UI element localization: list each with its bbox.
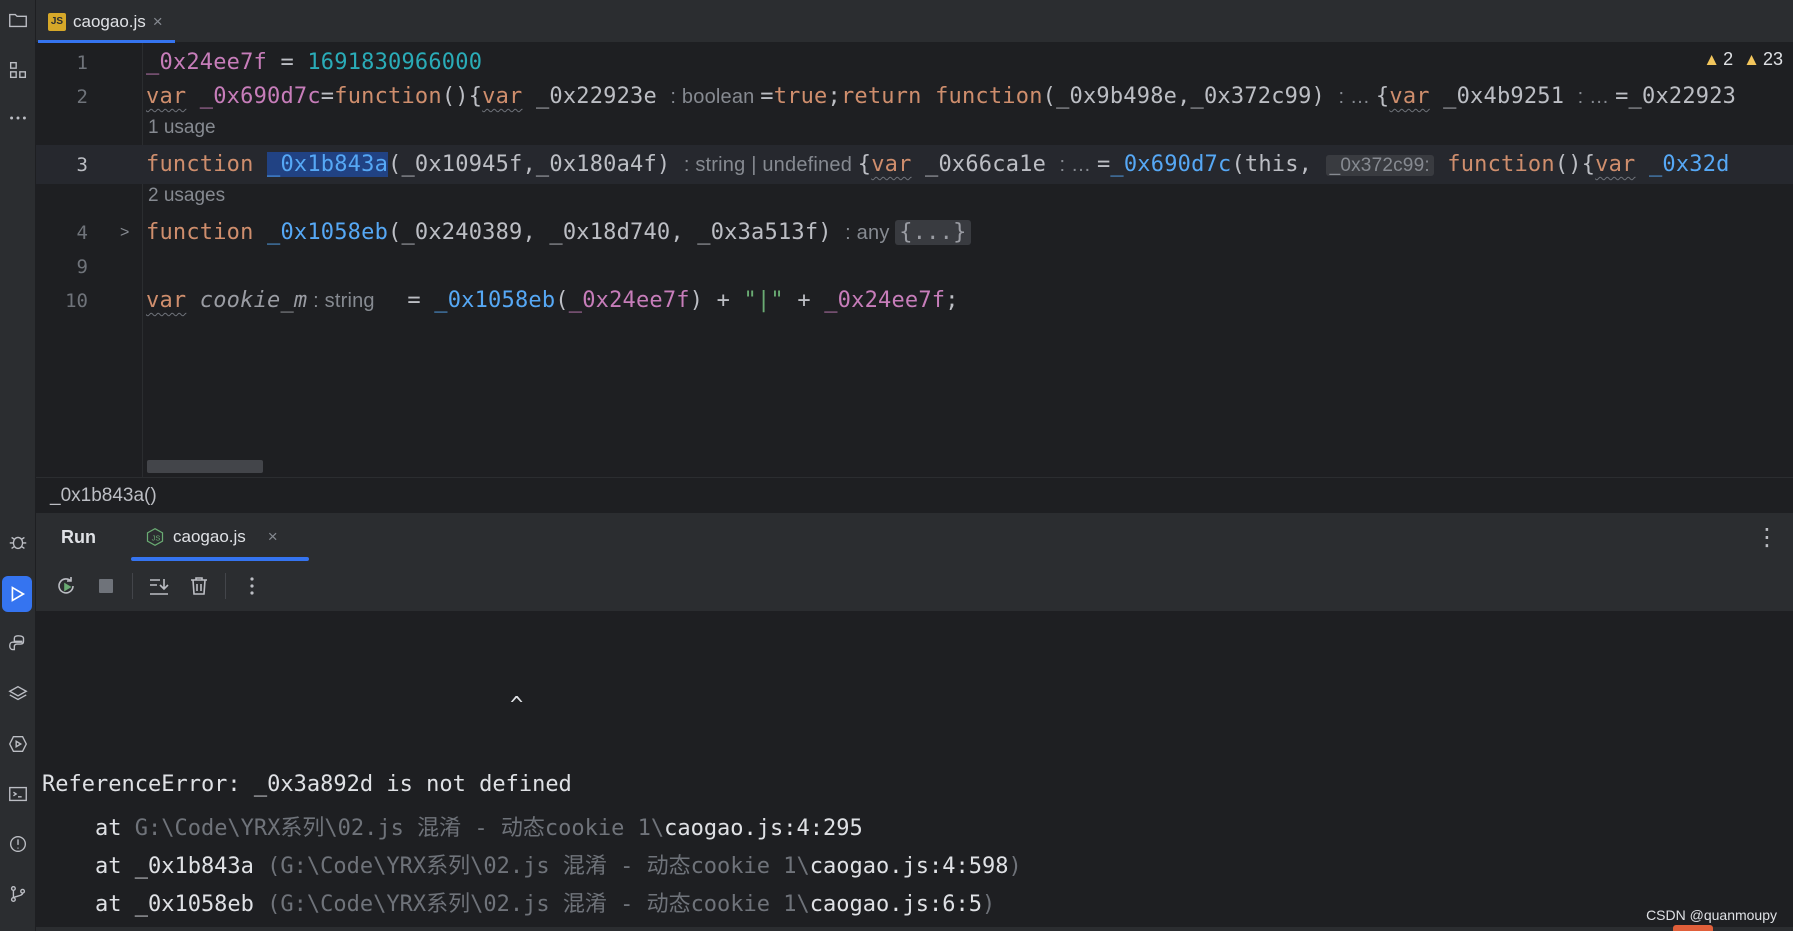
run-panel-header: Run JS caogao.js × ⋮ xyxy=(36,513,1793,561)
tool-window-strip xyxy=(0,0,36,931)
status-strip xyxy=(36,927,1793,931)
type-hint: : string | undefined xyxy=(683,154,858,176)
code-editor[interactable]: ▲ 2 ▲ 23 1 _0x24ee7f = 1691830966000 2 var… xyxy=(36,43,1793,477)
bottom-accent xyxy=(1673,925,1713,931)
usage-hint[interactable]: 2 usages xyxy=(148,185,225,207)
line-number: 4 xyxy=(76,221,88,244)
watermark: CSDN @quanmoupy xyxy=(1646,907,1777,923)
problems-tool[interactable] xyxy=(0,826,36,862)
run-tab-caogao[interactable]: JS caogao.js × xyxy=(131,513,309,561)
structure-icon xyxy=(9,61,27,79)
line-number: 9 xyxy=(76,255,88,278)
js-file-icon: JS xyxy=(48,12,66,31)
error-caret: ^ xyxy=(510,693,524,718)
line-number: 2 xyxy=(76,85,88,108)
terminal-tool[interactable] xyxy=(0,776,36,812)
type-hint: : … xyxy=(1577,86,1616,108)
usage-hint-row[interactable]: 1 usage xyxy=(36,111,1793,145)
folded-region: {...} xyxy=(895,220,971,245)
more-icon xyxy=(10,116,26,120)
stop-button[interactable] xyxy=(86,566,126,606)
stack-frame-3: at _0x1058eb (G:\Code\YRX系列\02.js 混淆 - 动… xyxy=(42,892,996,917)
line-number: 3 xyxy=(76,153,88,176)
run-tab-label: caogao.js xyxy=(173,527,246,546)
run-tool[interactable] xyxy=(2,576,32,612)
console-output[interactable]: ^ ReferenceError: _0x3a892d is not defin… xyxy=(36,611,1793,931)
type-hint: : any xyxy=(845,222,896,244)
code-line-10[interactable]: 10 var cookie_m : string = _0x1058eb(_0x… xyxy=(36,281,1793,320)
more-tools[interactable] xyxy=(0,100,36,136)
type-hint: : string xyxy=(307,290,381,312)
toolbar-divider xyxy=(132,573,133,599)
layers-tool[interactable] xyxy=(0,676,36,712)
editor-tab-label: caogao.js xyxy=(73,11,146,31)
usage-hint-row[interactable]: 2 usages xyxy=(36,179,1793,213)
structure-tool[interactable] xyxy=(0,52,36,88)
type-hint: : … xyxy=(1338,86,1376,108)
debug-tool[interactable] xyxy=(0,524,36,560)
debug-icon xyxy=(9,536,27,550)
error-message: ReferenceError: _0x3a892d is not defined xyxy=(42,772,572,797)
run-toolbar xyxy=(36,561,1793,611)
run-icon xyxy=(11,586,26,602)
type-hint: : boolean xyxy=(670,86,761,108)
git-tool[interactable] xyxy=(0,876,36,912)
editor-tab-bar: JS caogao.js × xyxy=(36,0,1793,43)
editor-tab-caogao[interactable]: JS caogao.js × xyxy=(38,0,175,43)
chevron-right-icon[interactable]: > xyxy=(120,224,129,242)
folder-icon xyxy=(9,13,27,28)
stack-frame-2: at _0x1b843a (G:\Code\YRX系列\02.js 混淆 - 动… xyxy=(42,854,1022,879)
close-icon[interactable]: × xyxy=(268,527,278,547)
stack-file-link[interactable]: caogao.js:4:598 xyxy=(810,854,1009,879)
scroll-to-end-icon xyxy=(150,579,169,595)
node-icon: JS xyxy=(146,527,164,547)
code-text: var cookie_m : string = _0x1058eb(_0x24e… xyxy=(146,288,959,313)
line-number: 10 xyxy=(65,289,88,312)
problems-icon xyxy=(9,835,27,853)
more-actions-button[interactable] xyxy=(232,566,272,606)
clear-all-button[interactable] xyxy=(179,566,219,606)
terminal-icon xyxy=(9,786,27,802)
trash-icon xyxy=(191,577,207,595)
code-text: function _0x1058eb(_0x240389, _0x18d740,… xyxy=(146,220,971,245)
toolbar-divider xyxy=(225,573,226,599)
python-console-tool[interactable] xyxy=(0,626,36,662)
rerun-icon xyxy=(58,577,74,594)
scroll-to-end-button[interactable] xyxy=(139,566,179,606)
code-text: var _0x690d7c=function(){var _0x22923e :… xyxy=(146,84,1737,109)
selected-identifier: _0x1b843a xyxy=(267,152,389,177)
breadcrumb-item[interactable]: _0x1b843a() xyxy=(50,485,157,507)
services-tool[interactable] xyxy=(0,726,36,762)
rerun-button[interactable] xyxy=(46,566,86,606)
usage-hint[interactable]: 1 usage xyxy=(148,117,216,139)
stop-icon xyxy=(99,579,113,593)
layers-icon xyxy=(8,685,28,701)
more-options-icon[interactable]: ⋮ xyxy=(1755,523,1779,552)
run-panel-title: Run xyxy=(61,527,96,547)
parameter-hint: _0x372c99: xyxy=(1325,155,1434,176)
git-icon xyxy=(10,885,26,903)
line-number: 1 xyxy=(76,51,88,74)
python-icon xyxy=(9,635,25,651)
stack-frame-1: at G:\Code\YRX系列\02.js 混淆 - 动态cookie 1\c… xyxy=(42,816,863,841)
type-hint: : … xyxy=(1059,154,1097,176)
breadcrumb[interactable]: _0x1b843a() xyxy=(36,477,1793,513)
code-text: function _0x1b843a(_0x10945f,_0x180a4f) … xyxy=(146,152,1730,177)
horizontal-scrollbar[interactable] xyxy=(147,460,263,473)
more-vertical-icon xyxy=(250,577,254,595)
code-text: _0x24ee7f = 1691830966000 xyxy=(146,50,483,75)
project-tool[interactable] xyxy=(0,2,36,38)
svg-text:JS: JS xyxy=(152,533,161,542)
close-icon[interactable]: × xyxy=(153,12,163,32)
stack-file-link[interactable]: caogao.js:6:5 xyxy=(810,892,982,917)
stack-file-link[interactable]: caogao.js:4:295 xyxy=(664,816,863,841)
services-icon xyxy=(8,735,28,753)
